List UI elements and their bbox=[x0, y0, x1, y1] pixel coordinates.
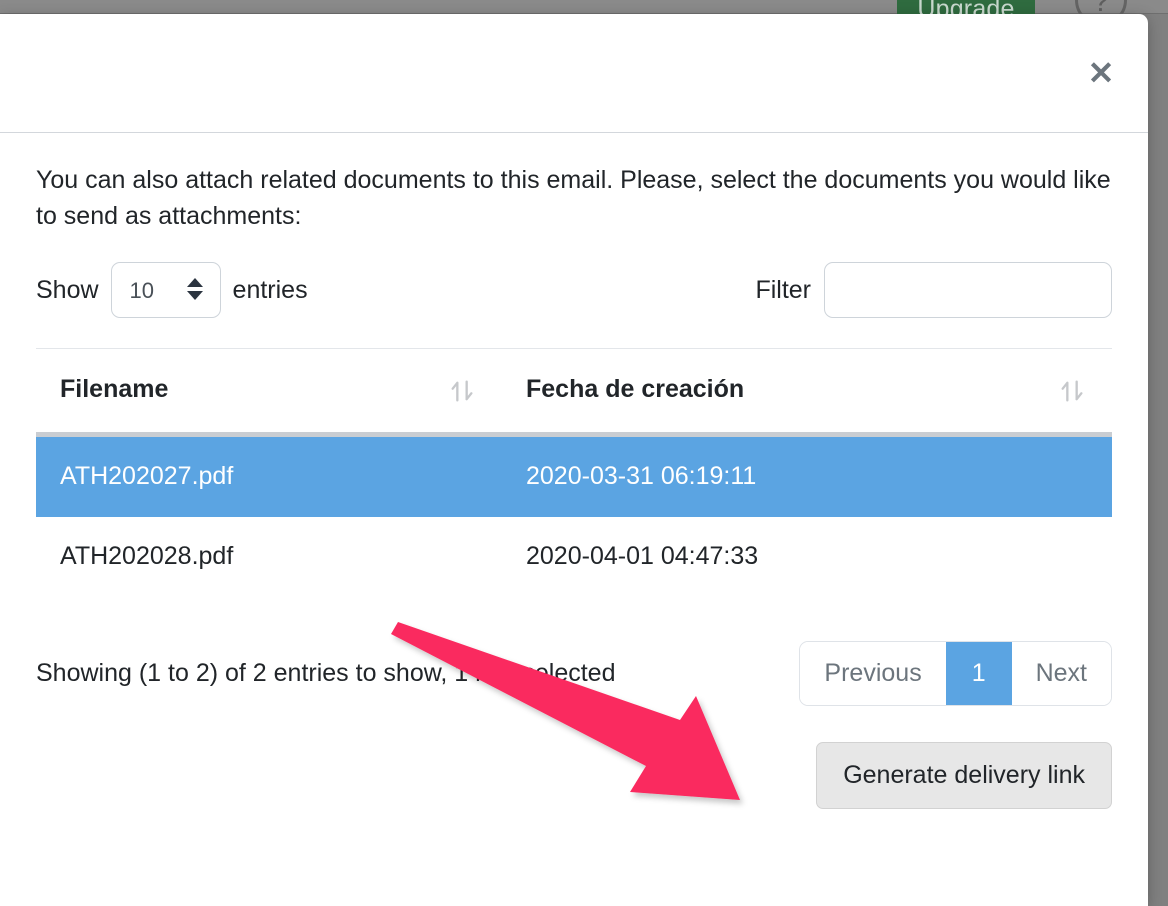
action-row: Generate delivery link bbox=[36, 742, 1112, 809]
sort-updown-icon bbox=[1058, 377, 1086, 405]
table-header-row: Filename Fecha de creación bbox=[36, 349, 1112, 435]
table-row[interactable]: ATH202027.pdf 2020-03-31 06:19:11 bbox=[36, 435, 1112, 518]
pagination: Previous 1 Next bbox=[799, 641, 1112, 706]
cell-fecha: 2020-03-31 06:19:11 bbox=[502, 435, 1112, 518]
cell-filename: ATH202028.pdf bbox=[36, 517, 502, 597]
pagination-next-button[interactable]: Next bbox=[1012, 642, 1111, 705]
column-header-fecha[interactable]: Fecha de creación bbox=[502, 349, 1112, 435]
modal-header: ✕ bbox=[0, 14, 1148, 133]
table-head: Filename Fecha de creación bbox=[36, 349, 1112, 435]
intro-text: You can also attach related documents to… bbox=[36, 163, 1111, 234]
cell-filename: ATH202027.pdf bbox=[36, 435, 502, 518]
pagination-page-1-button[interactable]: 1 bbox=[946, 642, 1012, 705]
show-label: Show bbox=[36, 276, 99, 305]
modal-body: You can also attach related documents to… bbox=[0, 133, 1148, 809]
table-row[interactable]: ATH202028.pdf 2020-04-01 04:47:33 bbox=[36, 517, 1112, 597]
close-icon[interactable]: ✕ bbox=[1081, 53, 1121, 93]
table-body: ATH202027.pdf 2020-03-31 06:19:11 ATH202… bbox=[36, 435, 1112, 598]
entries-label: entries bbox=[233, 276, 308, 305]
column-header-filename[interactable]: Filename bbox=[36, 349, 502, 435]
table-footer: Showing (1 to 2) of 2 entries to show, 1… bbox=[36, 641, 1112, 706]
filter-label: Filter bbox=[755, 276, 811, 305]
filter-input[interactable] bbox=[824, 262, 1112, 318]
entries-select-wrap: 10 bbox=[111, 262, 221, 318]
cell-fecha: 2020-04-01 04:47:33 bbox=[502, 517, 1112, 597]
entries-select[interactable]: 10 bbox=[111, 262, 221, 318]
table-controls: Show 10 entries Filter bbox=[36, 262, 1112, 318]
sort-updown-icon bbox=[448, 377, 476, 405]
filter-group: Filter bbox=[755, 262, 1112, 318]
generate-delivery-link-button[interactable]: Generate delivery link bbox=[816, 742, 1112, 809]
documents-table: Filename Fecha de creación ATH2 bbox=[36, 348, 1112, 597]
show-entries-group: Show 10 entries bbox=[36, 262, 308, 318]
column-header-fecha-label: Fecha de creación bbox=[526, 375, 744, 403]
attach-documents-modal: ✕ You can also attach related documents … bbox=[0, 14, 1148, 906]
pagination-previous-button[interactable]: Previous bbox=[800, 642, 945, 705]
column-header-filename-label: Filename bbox=[60, 375, 168, 403]
showing-entries-info: Showing (1 to 2) of 2 entries to show, 1… bbox=[36, 659, 615, 688]
